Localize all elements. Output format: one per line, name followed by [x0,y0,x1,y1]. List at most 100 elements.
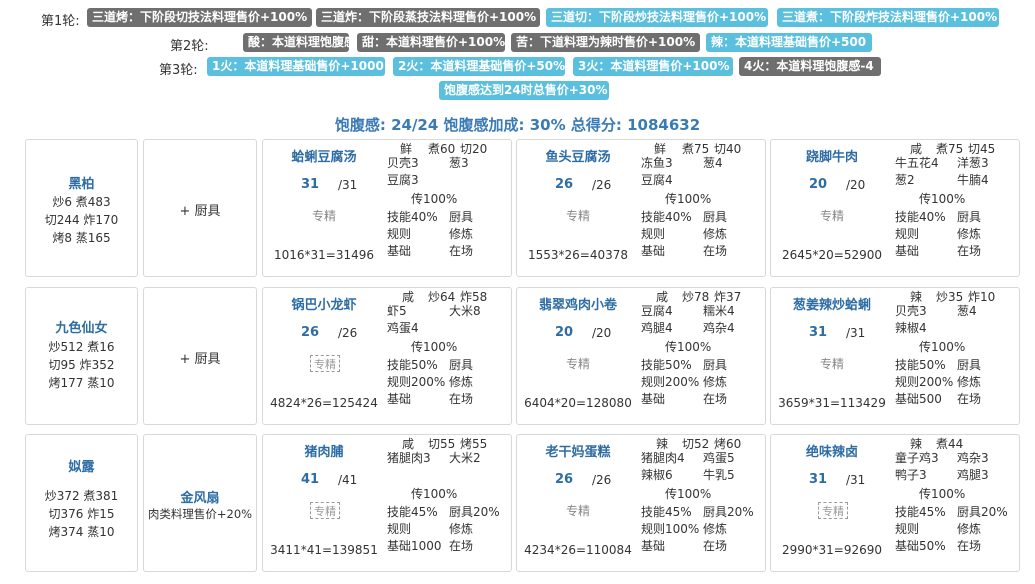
chef-card[interactable]: 姒露 炒372 煮381 切376 炸15 烤374 蒸10 [25,434,138,572]
ingredient: 豆腐3 [387,173,419,187]
rule-row: 第3轮: 1火：本道料理基础售价+1000 2火：本道料理基础售价+50% 3火：本道… [0,57,1035,78]
ingredient: 大米2 [449,451,481,465]
bonus-skill: 技能40% [895,210,946,224]
dish-quantity[interactable]: 20 [555,325,573,340]
rule-tag: 三道烤：下阶段切技法料理售价+100% [87,8,312,27]
dish-card[interactable]: 跷脚牛肉 20/20 专精 2645*20=52900 咸煮75 切45 牛五花4 洋葱3 葱2… [770,139,1020,277]
ingredient: 冻鱼3 [641,156,673,170]
dish-name: 葱姜辣炒蛤蜊 [792,298,871,313]
bonus-training: 修炼 [957,522,982,536]
ingredient: 鸡腿3 [957,468,989,482]
bonus-present: 在场 [703,244,728,258]
bonus-inherit: 传100% [665,192,712,206]
bonus-skill: 技能50% [895,358,946,372]
bonus-equip: 厨具20% [703,505,754,519]
dish-quantity[interactable]: 26 [301,325,319,340]
dish-quantity[interactable]: 41 [301,472,319,487]
price-formula: 1553*26=40378 [527,248,629,262]
dish-quantity-max: /31 [338,178,358,192]
ingredient: 贝壳3 [895,304,927,318]
bonus-rule: 规则 [895,227,920,241]
bonus-present: 在场 [957,392,982,406]
equip-card[interactable]: + 厨具 [143,287,257,425]
rule-tag: 三道煮：下阶段炸技法料理售价+100% [777,8,999,27]
bonus-rule: 规则 [641,227,666,241]
dish-quantity-max: /20 [592,326,612,340]
chef-name: 九色仙女 [55,321,108,336]
ingredient: 童子鸡3 [895,451,939,465]
bonus-skill: 技能45% [895,505,946,519]
dish-quantity[interactable]: 20 [809,177,827,192]
bonus-rule: 规则 [895,522,920,536]
dish-card[interactable]: 翡翠鸡肉小卷 20/20 专精 6404*20=128080 咸炒78 炸37 豆腐4 糯米4… [516,287,766,425]
rule-row: 饱腹感达到24时总售价+30% [0,81,1035,101]
rule-tag: 苦：下道料理为辣时售价+100% [511,33,700,52]
dish-card[interactable]: 老干妈蛋糕 26/26 专精 4234*26=110084 辣切52 烤60 猪腿肉4 鸡蛋5… [516,434,766,572]
bonus-equip: 厨具 [449,210,474,224]
dish-quantity[interactable]: 26 [555,472,573,487]
ingredient: 牛五花4 [895,156,939,170]
bonus-training: 修炼 [957,227,982,241]
chef-stat-line: 炒512 煮16 [48,340,115,354]
add-equip-button[interactable]: + 厨具 [144,348,256,367]
bonus-present: 在场 [449,392,474,406]
bonus-inherit: 传100% [411,340,458,354]
dish-quantity[interactable]: 31 [809,472,827,487]
dish-quantity-max: /31 [846,326,866,340]
bonus-rule: 规则 [387,227,412,241]
bonus-training: 修炼 [703,522,728,536]
dish-name: 蛤蜊豆腐汤 [291,150,357,165]
dish-quantity[interactable]: 26 [555,177,573,192]
dish-card[interactable]: 鱼头豆腐汤 26/26 专精 1553*26=40378 鲜煮75 切40 冻鱼3 葱4 豆腐4… [516,139,766,277]
dish-quantity[interactable]: 31 [301,177,319,192]
rule-tag: 3火：本道料理售价+100% [573,57,733,76]
price-formula: 2990*31=92690 [781,543,883,557]
dish-quantity-max: /20 [846,178,866,192]
skill-label: 专精 [565,209,590,223]
rule-round-label: 第3轮: [159,63,198,78]
dish-name: 跷脚牛肉 [805,150,858,165]
skill-badge: 专精 [310,355,340,372]
bonus-base: 基础 [387,392,412,406]
rule-tag: 甜：本道料理售价+100% [357,33,505,52]
dish-card[interactable]: 葱姜辣炒蛤蜊 31/31 专精 3659*31=113429 辣炒35 炸10 贝壳3 葱4 辣… [770,287,1020,425]
rule-round-label: 第1轮: [41,14,80,29]
price-formula: 6404*20=128080 [524,396,632,410]
ingredient: 葱2 [895,173,915,187]
dish-card[interactable]: 锅巴小龙虾 26/26 专精 4824*26=125424 咸炒64 炸58 虾5 大米8 鸡蛋… [262,287,512,425]
bonus-inherit: 传100% [919,340,966,354]
rule-row: 第2轮: 酸：本道料理饱腹感-5 甜：本道料理售价+100% 苦：下道料理为辣时售价+… [0,33,1035,54]
dish-name: 鱼头豆腐汤 [545,150,611,165]
price-formula: 3411*41=139851 [270,543,378,557]
bonus-skill: 技能45% [387,505,438,519]
chef-stat-line: 切95 炸352 [48,358,115,372]
equip-card[interactable]: + 厨具 [143,139,257,277]
skill-label: 专精 [819,209,844,223]
bonus-rule: 规则200% [387,375,446,389]
price-formula: 4234*26=110084 [524,543,632,557]
chef-stat-line: 烤177 蒸10 [48,376,115,390]
ingredient: 鸡腿4 [641,321,673,335]
bonus-equip: 厨具 [957,358,982,372]
bonus-rule: 规则100% [641,522,700,536]
bonus-skill: 技能50% [387,358,438,372]
ingredient: 葱3 [449,156,469,170]
chef-card[interactable]: 黑柏 炒6 煮483 切244 炸170 烤8 蒸165 [25,139,138,277]
dish-card[interactable]: 绝味辣卤 31/31 专精 2990*31=92690 辣煮44 童子鸡3 鸡杂3 鸭子3 鸡腿… [770,434,1020,572]
chef-card[interactable]: 九色仙女炒512 煮16 切95 炸352 烤177 蒸10 [25,287,138,425]
dish-quantity[interactable]: 31 [809,325,827,340]
dish-quantity-max: /31 [846,473,866,487]
ingredient: 大米8 [449,304,481,318]
add-equip-button[interactable]: + 厨具 [144,200,256,219]
bonus-present: 在场 [449,539,474,553]
dish-card[interactable]: 蛤蜊豆腐汤 31/31 专精 1016*31=31496 鲜煮60 切20 贝壳3 葱3 豆腐3… [262,139,512,277]
rule-tag: 饱腹感达到24时总售价+30% [439,81,609,100]
bonus-equip: 厨具 [449,358,474,372]
ingredient: 鸡杂4 [703,321,735,335]
ingredient: 猪腿肉3 [387,451,431,465]
equip-card[interactable]: 金风扇 肉类料理售价+20% [143,434,257,572]
skill-label: 专精 [311,209,336,223]
dish-card[interactable]: 猪肉脯 41/41 专精 3411*41=139851 咸切55 烤55 猪腿肉3 大米2 传1… [262,434,512,572]
bonus-inherit: 传100% [919,192,966,206]
bonus-training: 修炼 [703,375,728,389]
